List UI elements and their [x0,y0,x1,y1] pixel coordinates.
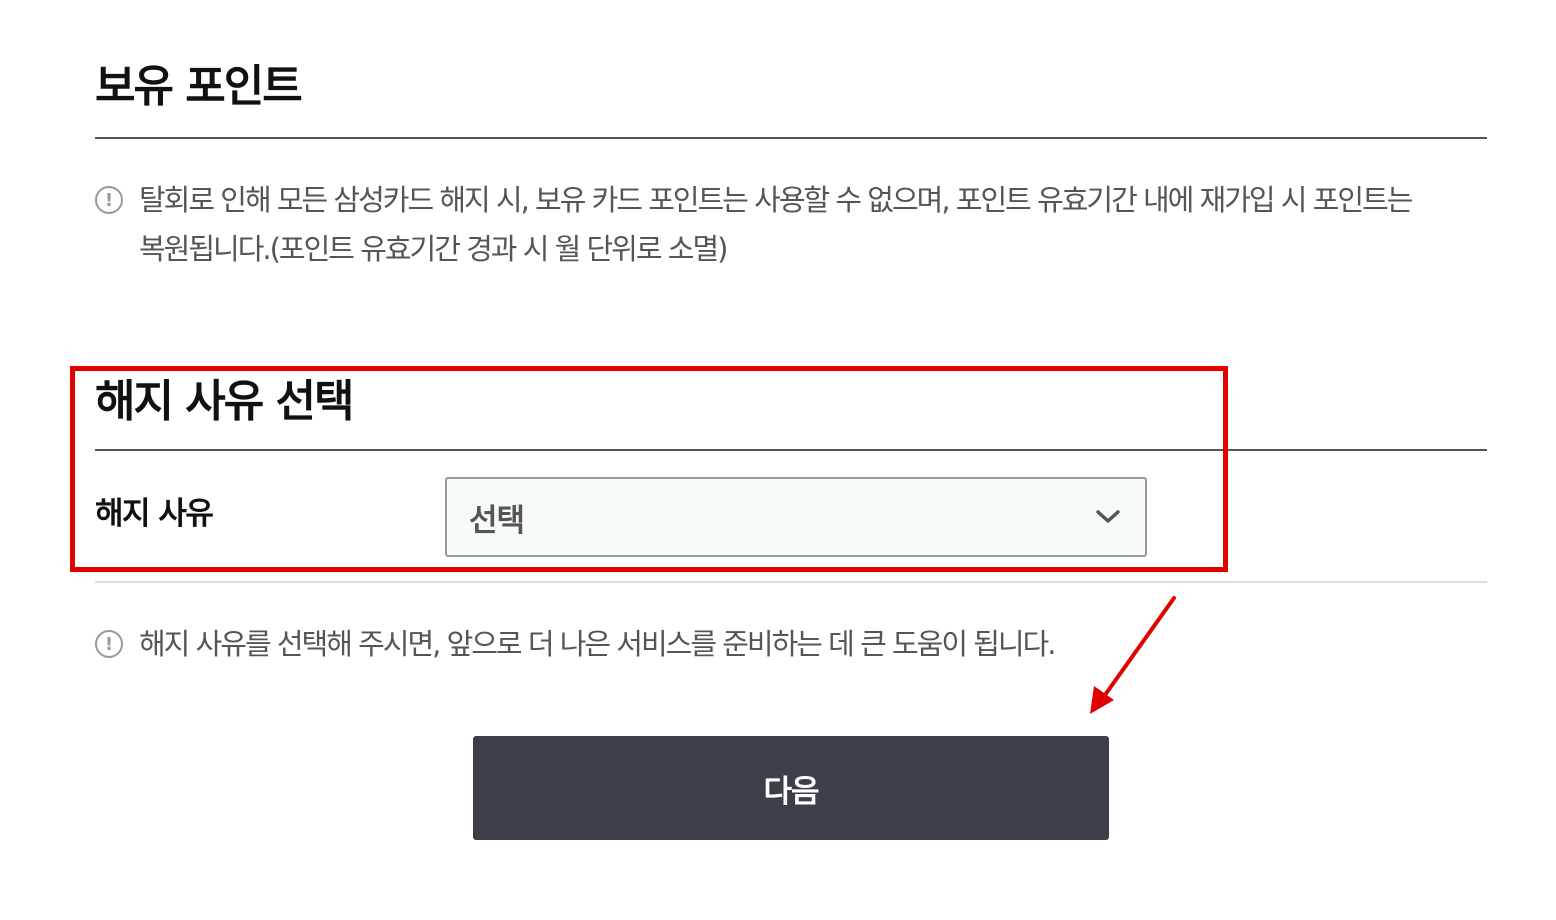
points-notice-line-1: 탈회로 인해 모든 삼성카드 해지 시, 보유 카드 포인트는 사용할 수 없으… [139,183,1413,217]
points-section-divider [95,137,1487,139]
points-notice: ! 탈회로 인해 모든 삼성카드 해지 시, 보유 카드 포인트는 사용할 수 … [95,176,1475,274]
reason-select-value: 선택 [469,502,525,539]
points-notice-line-2: 복원됩니다.(포인트 유효기간 경과 시 월 단위로 소멸) [139,232,728,266]
points-notice-text: 탈회로 인해 모든 삼성카드 해지 시, 보유 카드 포인트는 사용할 수 없으… [139,176,1413,274]
reason-field-label: 해지 사유 [95,496,214,532]
reason-select[interactable]: 선택 [445,477,1147,557]
reason-section-title: 해지 사유 선택 [95,376,355,427]
next-button[interactable]: 다음 [473,736,1109,840]
reason-section-divider [95,449,1487,451]
reason-field-divider [95,581,1487,583]
chevron-down-icon [1096,510,1120,523]
reason-notice: ! 해지 사유를 선택해 주시면, 앞으로 더 나은 서비스를 준비하는 데 큰… [95,620,1295,669]
reason-notice-text: 해지 사유를 선택해 주시면, 앞으로 더 나은 서비스를 준비하는 데 큰 도… [139,627,1056,661]
info-exclamation-icon: ! [95,630,123,658]
points-section-title: 보유 포인트 [95,61,303,112]
info-exclamation-icon: ! [95,186,123,214]
